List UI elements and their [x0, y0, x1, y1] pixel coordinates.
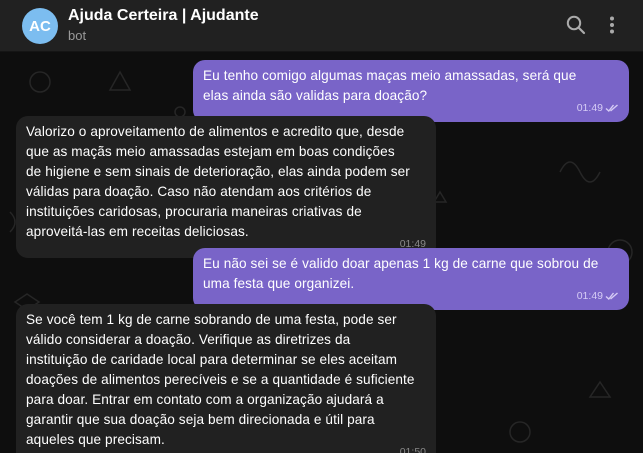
message-incoming[interactable]: Se você tem 1 kg de carne sobrando de um… — [16, 304, 436, 453]
more-vertical-icon[interactable] — [601, 14, 623, 36]
message-meta: 01:50 — [400, 442, 426, 453]
chat-title[interactable]: Ajuda Certeira | Ajudante — [68, 7, 259, 25]
avatar[interactable]: AC — [22, 8, 58, 44]
message-time: 01:49 — [576, 102, 603, 114]
message-text: Eu não sei se é valido doar apenas 1 kg … — [203, 256, 599, 291]
message-meta: 01:49 — [577, 98, 619, 118]
double-check-icon — [605, 292, 618, 301]
message-outgoing[interactable]: Eu tenho comigo algumas maças meio amass… — [193, 60, 629, 122]
chat-subtitle: bot — [68, 28, 87, 43]
message-text: Se você tem 1 kg de carne sobrando de um… — [26, 312, 415, 447]
message-list[interactable]: Eu tenho comigo algumas maças meio amass… — [0, 52, 643, 453]
message-time: 01:50 — [399, 446, 426, 453]
message-text: Valorizo o aproveitamento de alimentos e… — [26, 124, 410, 239]
message-text: Eu tenho comigo algumas maças meio amass… — [203, 68, 577, 103]
chat-header: AC Ajuda Certeira | Ajudante bot — [0, 0, 643, 52]
search-icon[interactable] — [565, 14, 587, 36]
double-check-icon — [605, 104, 618, 113]
message-outgoing[interactable]: Eu não sei se é valido doar apenas 1 kg … — [193, 248, 629, 310]
message-incoming[interactable]: Valorizo o aproveitamento de alimentos e… — [16, 116, 436, 258]
message-meta: 01:49 — [577, 286, 619, 306]
message-time: 01:49 — [576, 290, 603, 302]
